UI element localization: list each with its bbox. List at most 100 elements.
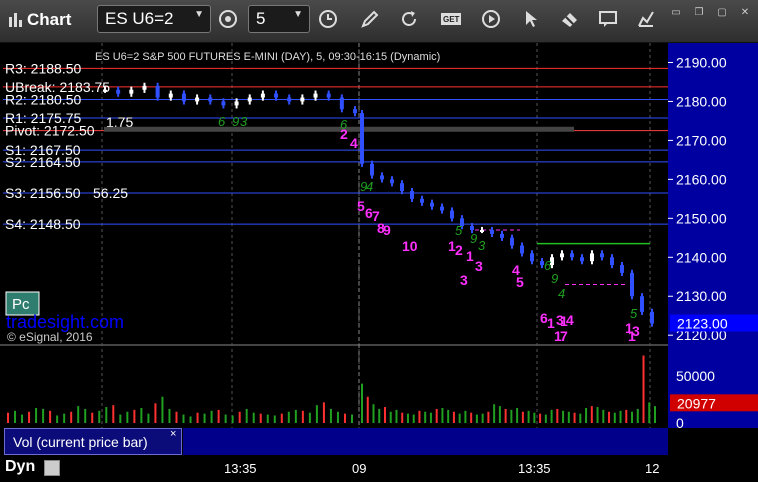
setup-number: 4 — [350, 135, 358, 151]
lock-icon[interactable] — [44, 460, 60, 476]
refresh-icon[interactable] — [398, 8, 420, 30]
close-icon[interactable]: × — [170, 428, 176, 440]
price-bar-body — [640, 296, 644, 312]
price-bar-body — [580, 257, 584, 262]
setup-number: 1 — [466, 248, 474, 264]
setup-number-green: 9 — [551, 271, 558, 286]
copyright: © eSignal, 2016 — [7, 330, 93, 344]
app-title: Chart — [27, 10, 72, 29]
chevron-down-icon[interactable]: ▼ — [194, 9, 204, 20]
comment-icon[interactable] — [597, 8, 619, 30]
price-bar-body — [480, 230, 484, 233]
price-bar-body — [360, 113, 364, 164]
setup-number: 10 — [402, 238, 418, 254]
setup-number-green: 3 — [478, 238, 486, 253]
price-bar-body — [570, 253, 574, 258]
dynamic-label[interactable]: Dyn — [5, 458, 35, 476]
window-controls: ▭ ❐ ▢ ✕ — [660, 2, 752, 20]
drawing-tool-icon[interactable] — [359, 8, 381, 30]
link-settings-icon[interactable] — [217, 8, 239, 30]
price-bar-body — [440, 206, 444, 211]
price-tick-label: 2160.00 — [676, 171, 727, 187]
price-bar-body — [103, 89, 107, 92]
price-tick-label: 2140.00 — [676, 249, 727, 265]
chart-type-icon[interactable] — [635, 8, 657, 30]
price-bar-body — [610, 257, 614, 266]
price-bar-body — [195, 97, 200, 102]
price-bar-body — [420, 198, 424, 203]
setup-number: 3 — [460, 272, 468, 288]
price-tick-label: 2170.00 — [676, 132, 727, 148]
price-bar-body — [142, 85, 147, 90]
close-icon[interactable]: ✕ — [738, 8, 752, 19]
chart-caption: ES U6=2 S&P 500 FUTURES E-MINI (DAY), 5,… — [95, 51, 440, 63]
overlap-label: 56.25 — [93, 185, 128, 201]
price-bar-body — [129, 89, 134, 94]
maximize-icon[interactable]: ▢ — [715, 8, 729, 19]
pc-badge-label: Pc — [12, 296, 30, 313]
clock-icon[interactable] — [317, 8, 339, 30]
price-bar-body — [530, 253, 534, 262]
price-bar-body — [510, 237, 514, 246]
price-bar-body — [260, 93, 265, 98]
price-bar-body — [410, 191, 414, 199]
setup-number: 7 — [560, 328, 568, 344]
time-tick: 09 — [352, 461, 367, 476]
setup-number-green: 9 — [232, 114, 239, 129]
last-price-label: 2123.00 — [677, 316, 728, 332]
title-bar: Chart ES U6=2 ▼ 5 ▼ GET ▭ ❐ ▢ ✕ — [0, 0, 758, 43]
price-bar-body — [500, 233, 504, 238]
cursor-icon[interactable] — [521, 8, 543, 30]
interval-combo[interactable]: 5 ▼ — [248, 5, 310, 33]
price-bar-body — [630, 272, 634, 297]
price-bar-body — [353, 109, 357, 114]
volume-tab-strip — [183, 428, 668, 455]
symbol-combo[interactable]: ES U6=2 ▼ — [97, 5, 211, 33]
get-icon[interactable]: GET — [439, 8, 463, 30]
price-bar-body — [380, 175, 384, 180]
price-bar-body — [620, 265, 624, 273]
time-tick: 12 — [645, 461, 660, 476]
volume-pane: 50000 0 20977 — [7, 355, 758, 431]
app-chart-icon — [9, 13, 22, 27]
price-bar-body — [600, 253, 604, 258]
price-bar-body — [247, 97, 252, 102]
price-bar-body — [181, 93, 186, 102]
setup-number-green: 9 — [470, 231, 477, 246]
volume-tick-label: 50000 — [676, 368, 715, 384]
price-bar-body — [326, 93, 331, 98]
highlight-band — [104, 126, 574, 132]
price-bar-body — [234, 101, 239, 106]
price-bar-body — [450, 210, 454, 219]
price-tick-label: 2150.00 — [676, 210, 727, 226]
restore-icon[interactable]: ❐ — [692, 8, 706, 19]
price-bar-body — [560, 253, 564, 258]
price-bar-body — [339, 97, 344, 110]
play-icon[interactable] — [480, 8, 502, 30]
setup-number: 9 — [383, 222, 391, 238]
volume-tab-label: Vol (current price bar) — [13, 434, 148, 450]
setup-number: 1 — [628, 328, 636, 344]
chevron-down-icon[interactable]: ▼ — [293, 9, 303, 20]
pivot-label: Pivot: 2172.50 — [5, 123, 95, 139]
price-bar-body — [470, 226, 474, 231]
eraser-icon[interactable] — [559, 8, 581, 30]
volume-tab[interactable]: Vol (current price bar) — [4, 428, 182, 455]
setup-number-green: 5 — [455, 223, 463, 238]
price-bar-body — [287, 97, 292, 102]
price-bar-body — [490, 230, 494, 234]
price-chart[interactable]: R3: 2188.50UBreak: 2183.75R2: 2180.50R1:… — [0, 43, 758, 482]
pivot-label: S4: 2148.50 — [5, 216, 81, 232]
setup-number-green: 5 — [630, 306, 638, 321]
setup-number-green: 6 — [218, 114, 226, 129]
price-tick-label: 2190.00 — [676, 54, 727, 70]
setup-number: 5 — [516, 274, 524, 290]
pin-icon[interactable]: ▭ — [669, 8, 683, 19]
pivot-label: S3: 2156.50 — [5, 185, 81, 201]
price-bar-body — [400, 183, 404, 192]
price-bar-body — [116, 89, 121, 94]
setup-number-green: 3 — [240, 114, 248, 129]
time-tick: 13:35 — [224, 461, 257, 476]
price-bar-body — [590, 253, 594, 262]
volume-tick-label: 0 — [676, 415, 684, 431]
